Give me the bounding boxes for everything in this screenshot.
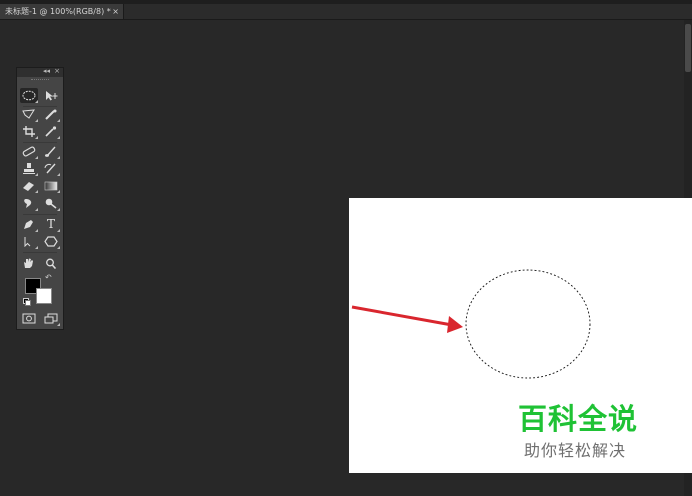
watermark-title: 百科全说 (518, 402, 639, 436)
watermark-subtitle: 助你轻松解决 (524, 441, 627, 460)
